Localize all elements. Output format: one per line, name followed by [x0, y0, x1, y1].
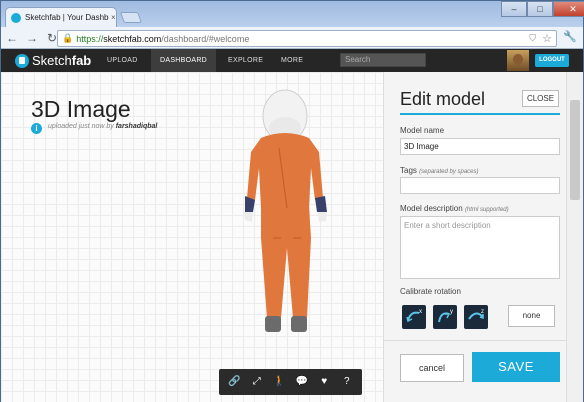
tags-label-text: Tags — [400, 166, 417, 175]
rotate-x-icon: x — [406, 309, 422, 323]
forward-icon[interactable]: → — [23, 29, 41, 47]
avatar[interactable] — [507, 50, 529, 71]
wrench-icon[interactable]: 🔧 — [563, 30, 577, 43]
info-icon[interactable]: i — [31, 123, 42, 134]
sketchfab-logo-icon — [15, 53, 29, 68]
rotate-x-button[interactable]: x — [402, 305, 426, 329]
logo-text-light: Sketch — [32, 53, 72, 68]
rotate-y-icon: y — [438, 309, 453, 323]
maximize-button[interactable]: □ — [527, 1, 553, 17]
uploaded-caption: uploaded just now by farshadiqbal — [48, 123, 157, 130]
rotate-x-label: x — [419, 309, 422, 315]
browser-tab[interactable]: Sketchfab | Your Dashboard × — [5, 7, 117, 27]
rotate-z-label: z — [481, 309, 484, 315]
tab-strip: Sketchfab | Your Dashboard × – □ ✕ — [1, 1, 584, 27]
uploader-link[interactable]: farshadiqbal — [116, 123, 158, 130]
bookmark-star-icon[interactable]: ☆ — [542, 32, 552, 45]
fullscreen-icon[interactable]: ⤢ — [248, 373, 266, 391]
url-host: sketchfab.com — [103, 33, 162, 44]
tags-label: Tags (separated by spaces) — [400, 166, 479, 175]
scrollbar-thumb[interactable] — [570, 100, 580, 200]
shield-icon[interactable]: ⛉ — [529, 33, 536, 44]
heart-icon[interactable]: ♥ — [315, 373, 333, 391]
rotation-none-button[interactable]: none — [508, 305, 555, 327]
minimize-button[interactable]: – — [501, 1, 527, 17]
rotate-y-button[interactable]: y — [433, 305, 457, 329]
save-button[interactable]: SAVE — [472, 352, 560, 382]
url-path: /dashboard/#welcome — [161, 33, 250, 44]
tab-close-icon[interactable]: × — [111, 13, 116, 22]
window-controls: – □ ✕ — [501, 1, 584, 17]
url-scheme: https:// — [76, 33, 104, 44]
help-icon[interactable]: ? — [338, 373, 356, 391]
description-textarea[interactable]: Enter a short description — [400, 216, 560, 279]
calibrate-rotation-label: Calibrate rotation — [400, 287, 461, 296]
viewer-toolbar: 🔗 ⤢ 🚶 💬 ♥ ? — [219, 369, 362, 395]
rotate-z-button[interactable]: z — [464, 305, 488, 329]
description-hint: (html supported) — [464, 207, 509, 213]
link-icon[interactable]: 🔗 — [225, 373, 243, 391]
nav-upload[interactable]: UPLOAD — [98, 49, 147, 72]
model-name-label: Model name — [400, 126, 445, 135]
close-button[interactable]: CLOSE — [522, 90, 559, 107]
logout-button[interactable]: LOGOUT — [535, 54, 569, 67]
sketchfab-favicon-icon — [11, 12, 21, 23]
lock-icon: 🔒 — [62, 33, 74, 43]
browser-window: Sketchfab | Your Dashboard × – □ ✕ ← → ↻… — [0, 0, 584, 402]
tab-title: Sketchfab | Your Dashboard — [25, 13, 109, 22]
comment-icon[interactable]: 💬 — [293, 373, 311, 391]
walk-icon[interactable]: 🚶 — [270, 373, 288, 391]
model-viewer[interactable]: 3D Image i uploaded just now by farshadi… — [1, 72, 383, 402]
cancel-button[interactable]: cancel — [400, 354, 464, 382]
back-icon[interactable]: ← — [3, 29, 21, 47]
new-tab-button[interactable] — [119, 12, 143, 23]
rotate-y-label: y — [450, 309, 453, 315]
description-label-text: Model description — [400, 204, 463, 213]
model-title: 3D Image — [31, 96, 131, 122]
uploaded-text: uploaded just now by — [48, 123, 116, 130]
edit-model-panel: Edit model CLOSE Model name 3D Image Tag… — [383, 72, 567, 402]
search-input[interactable]: Search — [340, 53, 426, 67]
rotate-z-icon: z — [468, 309, 484, 320]
nav-explore[interactable]: EXPLORE — [219, 49, 272, 72]
browser-toolbar: ← → ↻ 🔒 https:// sketchfab.com /dashboar… — [1, 27, 583, 49]
title-divider — [400, 113, 560, 115]
logo-text-bold: fab — [71, 53, 92, 68]
nav-dashboard[interactable]: DASHBOARD — [151, 49, 217, 72]
address-bar[interactable]: 🔒 https:// sketchfab.com /dashboard/#wel… — [57, 30, 557, 47]
nav-more[interactable]: MORE — [272, 49, 312, 72]
edit-panel-title: Edit model — [400, 89, 486, 109]
sketchfab-logo[interactable]: Sketch fab — [15, 52, 91, 69]
model-name-input[interactable]: 3D Image — [400, 138, 560, 155]
close-window-button[interactable]: ✕ — [553, 1, 584, 17]
panel-footer: cancel SAVE — [384, 340, 567, 402]
astronaut-model — [244, 89, 327, 332]
tags-input[interactable] — [400, 177, 560, 194]
site-nav: Sketch fab UPLOAD DASHBOARD EXPLORE MORE … — [1, 49, 583, 72]
tags-hint: (separated by spaces) — [419, 169, 479, 175]
description-label: Model description (html supported) — [400, 204, 509, 213]
panel-scrollbar[interactable] — [566, 72, 583, 402]
